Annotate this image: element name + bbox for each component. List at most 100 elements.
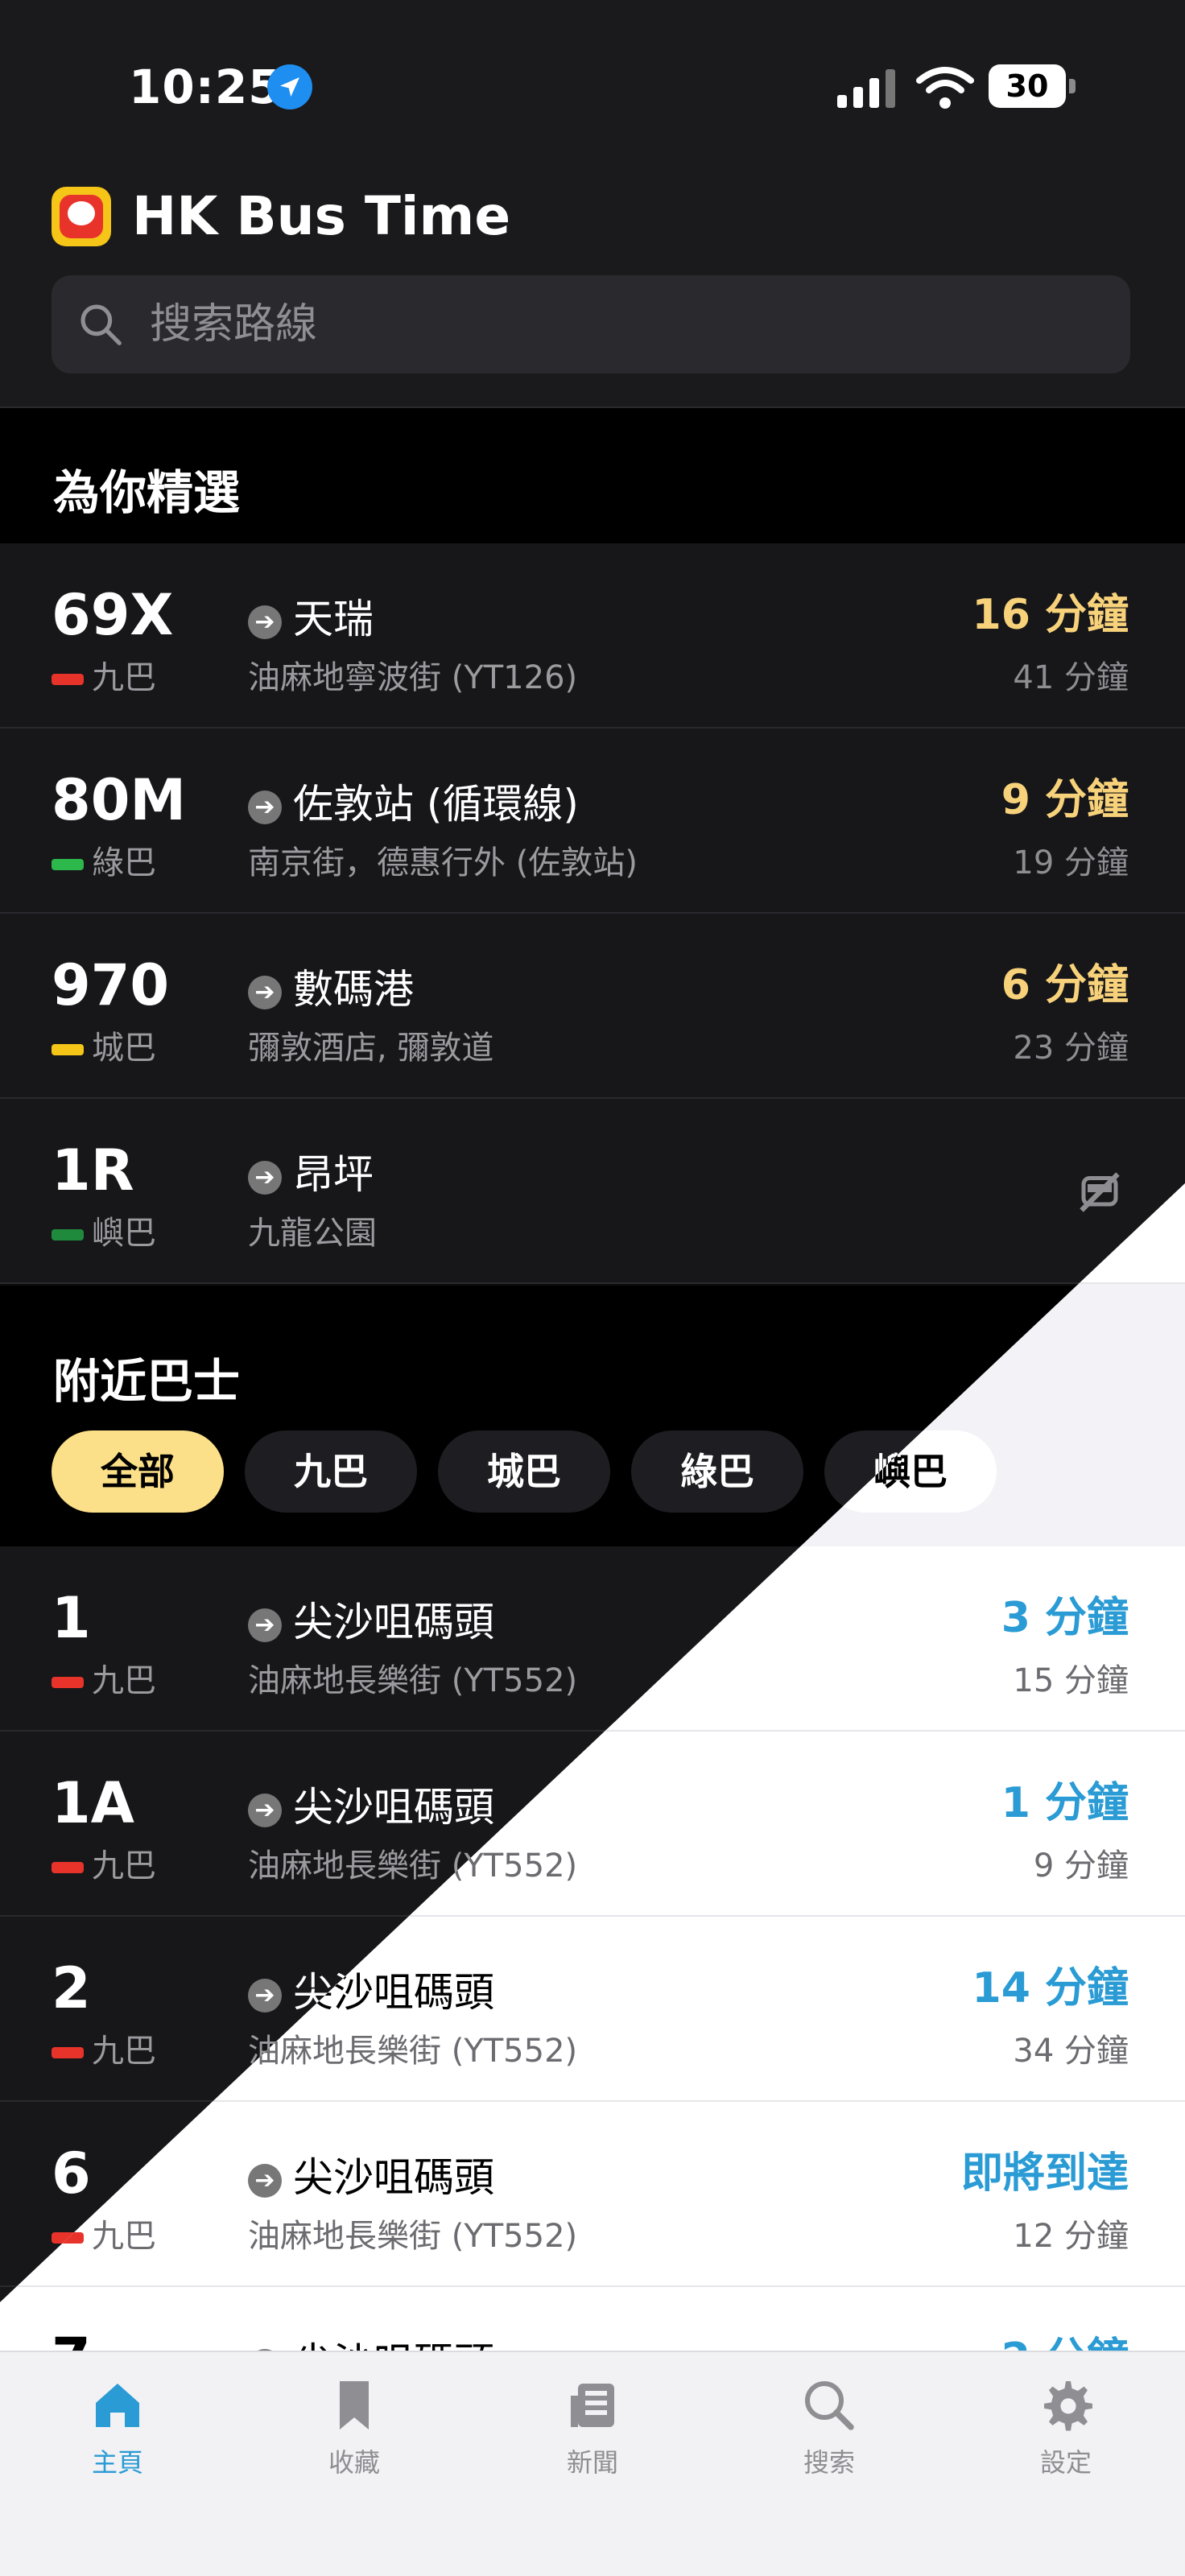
eta-primary: 9 分鐘 <box>1001 776 1129 824</box>
operator-name: 九巴 <box>92 659 156 696</box>
arrow-right-icon: ➔ <box>248 1608 282 1642</box>
operator-name: 九巴 <box>92 2218 156 2255</box>
arrow-right-icon: ➔ <box>248 1160 282 1195</box>
featured-section-header: 為你精選 <box>0 408 1185 543</box>
destination-name: 佐敦站 (循環線) <box>293 781 579 828</box>
eta-primary: 14 分鐘 <box>972 1964 1129 2013</box>
operator-label: 綠巴 <box>52 836 156 883</box>
stop-name: 油麻地長樂街 (YT552) <box>248 2218 578 2255</box>
route-number: 1 <box>52 1585 91 1651</box>
nearby-title: 附近巴士 <box>53 1354 241 1409</box>
no-bus-icon <box>1080 1172 1120 1212</box>
operator-name: 城巴 <box>92 1030 156 1067</box>
operator-name: 九巴 <box>92 1662 156 1699</box>
eta-secondary: 19 分鐘 <box>1013 844 1129 881</box>
tab-home[interactable]: 主頁 <box>45 2376 190 2479</box>
eta-primary: 1 分鐘 <box>1001 1779 1129 1827</box>
route-number: 80M <box>52 767 187 833</box>
stop-name: 油麻地長樂街 (YT552) <box>248 2033 578 2070</box>
tab-settings[interactable]: 設定 <box>993 2376 1138 2479</box>
destination: ➔ 昂坪 <box>248 1142 374 1200</box>
operator-label: 嶼巴 <box>52 1207 156 1253</box>
destination: ➔ 尖沙咀碼頭 <box>248 1590 494 1648</box>
app-logo <box>52 187 111 246</box>
search-bar[interactable] <box>52 275 1130 374</box>
tab-search[interactable]: 搜索 <box>757 2376 902 2479</box>
route-number: 69X <box>52 582 174 648</box>
operator-label: 九巴 <box>52 651 156 698</box>
operator-label: 城巴 <box>52 1022 156 1068</box>
route-row[interactable]: 80M 綠巴 ➔ 佐敦站 (循環線) 南京街，德惠行外 (佐敦站) 9 分鐘 19 分鐘 <box>0 729 1185 914</box>
arrow-right-icon: ➔ <box>248 1978 282 2013</box>
operator-name: 綠巴 <box>92 844 156 881</box>
tab-news-label: 新聞 <box>566 2447 618 2478</box>
filter-chip-all[interactable]: 全部 <box>52 1430 224 1513</box>
stop-name: 油麻地寧波街 (YT126) <box>248 659 578 696</box>
destination: ➔ 佐敦站 (循環線) <box>248 772 579 830</box>
eta-secondary: 12 分鐘 <box>1013 2218 1129 2255</box>
arrow-right-icon: ➔ <box>248 1793 282 1827</box>
eta-primary: 6 分鐘 <box>1001 961 1129 1009</box>
destination: ➔ 尖沙咀碼頭 <box>248 1775 494 1833</box>
tab-home-label: 主頁 <box>91 2447 143 2478</box>
bookmark-icon <box>340 2381 369 2429</box>
route-row[interactable]: 69X 九巴 ➔ 天瑞油麻地寧波街 (YT126) 16 分鐘 41 分鐘 <box>0 543 1185 729</box>
eta-secondary: 23 分鐘 <box>1013 1030 1129 1067</box>
route-number: 6 <box>52 2140 91 2207</box>
destination-name: 尖沙咀碼頭 <box>293 1599 494 1645</box>
operator-color-bar <box>52 674 84 685</box>
tab-saved-label: 收藏 <box>328 2447 380 2478</box>
destination: ➔ 數碼港 <box>248 957 414 1015</box>
stop-name: 南京街，德惠行外 (佐敦站) <box>248 844 638 881</box>
app-header: HK Bus Time <box>0 161 1185 408</box>
screen: 10:25 30 HK Bus Time 為你精選 <box>0 0 1185 2576</box>
status-bar: 10:25 30 <box>0 0 1185 161</box>
arrow-right-icon: ➔ <box>248 975 282 1009</box>
route-row[interactable]: 970 城巴 ➔ 數碼港彌敦酒店, 彌敦道 6 分鐘 23 分鐘 <box>0 914 1185 1099</box>
operator-label: 九巴 <box>52 2025 156 2071</box>
eta-secondary: 15 分鐘 <box>1013 1662 1129 1699</box>
battery-indicator: 30 <box>989 64 1066 108</box>
eta-primary: 即將到達 <box>960 2149 1129 2198</box>
operator-name: 嶼巴 <box>92 1215 156 1252</box>
tab-saved[interactable]: 收藏 <box>282 2376 427 2479</box>
search-input[interactable] <box>150 275 955 374</box>
eta-secondary: 34 分鐘 <box>1013 2033 1129 2070</box>
route-number: 1A <box>52 1770 134 1836</box>
battery-tip <box>1069 79 1076 93</box>
tab-news[interactable]: 新聞 <box>520 2376 665 2479</box>
status-time: 10:25 <box>129 60 282 114</box>
operator-color-bar <box>52 1044 84 1055</box>
operator-color-bar <box>52 859 84 870</box>
location-icon <box>267 64 312 109</box>
eta-primary: 3 分鐘 <box>1001 1594 1129 1642</box>
eta-secondary: 41 分鐘 <box>1013 659 1129 696</box>
stop-name: 九龍公園 <box>248 1215 377 1252</box>
operator-label: 九巴 <box>52 1839 156 1886</box>
eta-primary: 16 分鐘 <box>972 591 1129 639</box>
signal-icon <box>837 69 895 108</box>
operator-color-bar <box>52 1229 84 1241</box>
destination-name: 尖沙咀碼頭 <box>293 2154 494 2201</box>
tab-bar: 主頁 收藏 新聞 搜索 設定 <box>0 2351 1185 2576</box>
filter-chip-kmb[interactable]: 九巴 <box>245 1430 417 1513</box>
stop-name: 彌敦酒店, 彌敦道 <box>248 1030 494 1067</box>
operator-color-bar <box>52 2047 84 2058</box>
operator-name: 九巴 <box>92 1847 156 1885</box>
operator-color-bar <box>52 1677 84 1688</box>
wifi-icon <box>916 67 974 109</box>
route-row[interactable]: 1R 嶼巴 ➔ 昂坪九龍公園 <box>0 1099 1185 1284</box>
filter-chip-gmb[interactable]: 綠巴 <box>631 1430 803 1513</box>
stop-name: 油麻地長樂街 (YT552) <box>248 1662 578 1699</box>
filter-chip-citybus[interactable]: 城巴 <box>438 1430 610 1513</box>
arrow-right-icon: ➔ <box>248 605 282 639</box>
destination: ➔ 尖沙咀碼頭 <box>248 2145 494 2203</box>
route-number: 970 <box>52 952 170 1018</box>
eta-secondary: 9 分鐘 <box>1033 1847 1129 1885</box>
newspaper-icon <box>571 2384 614 2427</box>
destination-name: 數碼港 <box>293 966 414 1013</box>
gear-icon <box>1044 2381 1092 2431</box>
search-icon <box>81 304 122 345</box>
arrow-right-icon: ➔ <box>248 790 282 824</box>
operator-name: 九巴 <box>92 2033 156 2070</box>
